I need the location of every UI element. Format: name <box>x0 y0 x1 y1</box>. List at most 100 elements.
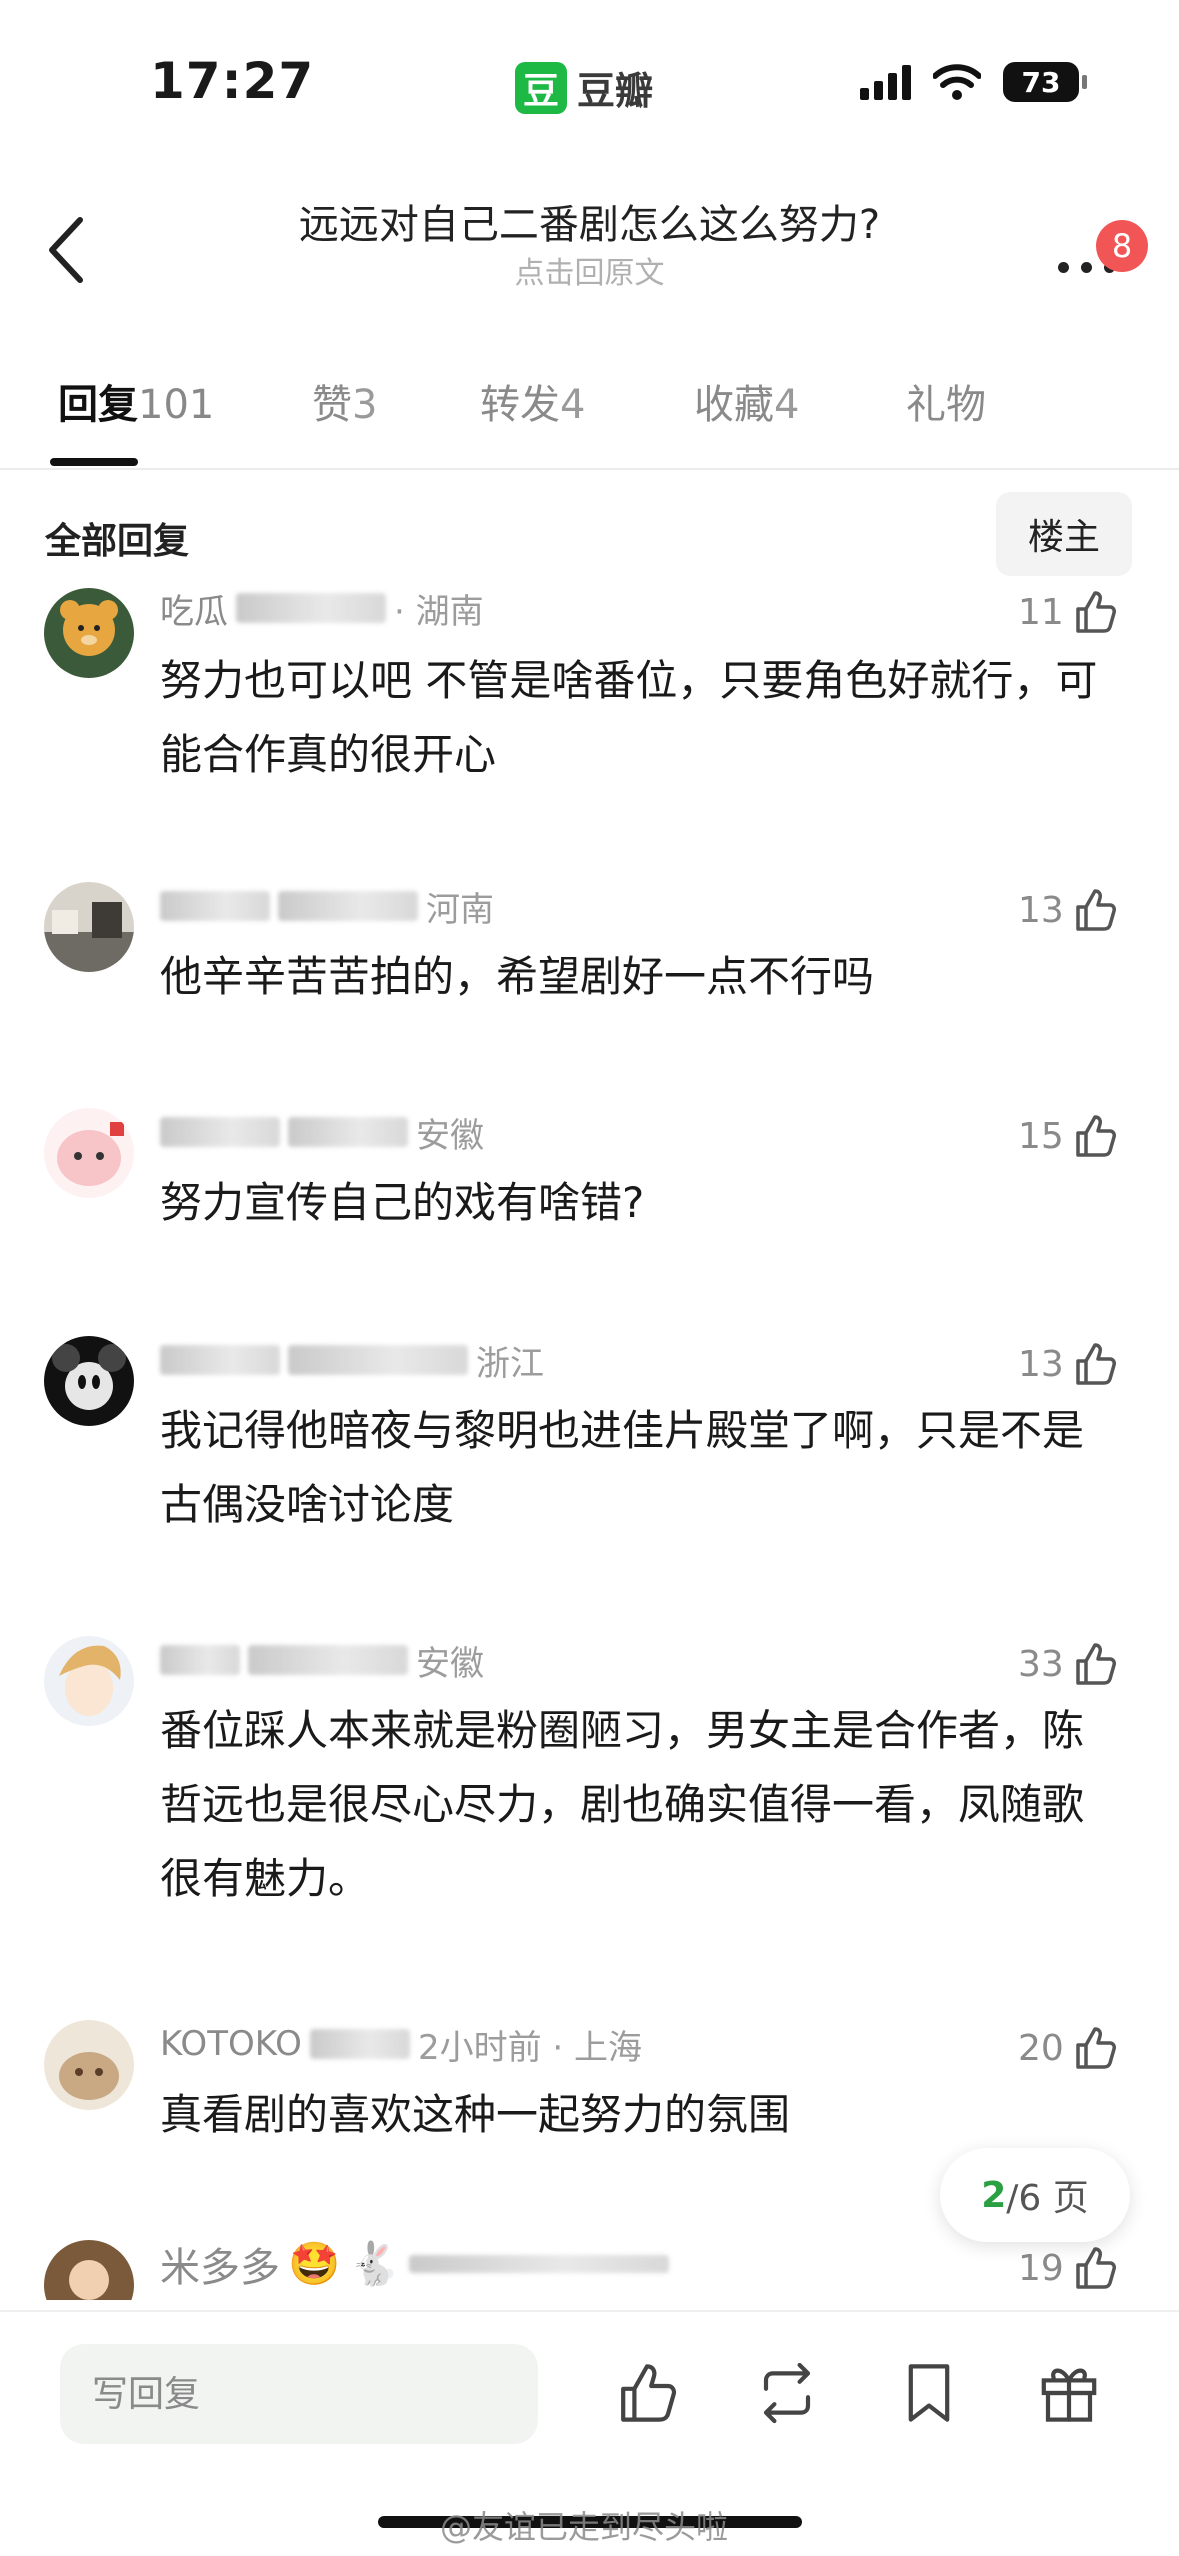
tab-count: 3 <box>352 382 378 428</box>
bottom-action-bar <box>0 2310 1179 2480</box>
comment-location: 浙江 <box>476 1343 544 1384</box>
comment-list: 吃瓜 · 湖南 11 努力也可以吧 不管是啥番位，只要角色好就行，可能合作真的很… <box>0 580 1179 2300</box>
like-button[interactable]: 11 <box>1018 584 1120 640</box>
tab-count: 4 <box>774 382 800 428</box>
avatar[interactable] <box>44 588 134 678</box>
comment-meta: 浙江 <box>160 1336 544 1384</box>
thumbs-up-icon <box>1076 1643 1116 1685</box>
like-button[interactable]: 20 <box>1018 2020 1120 2076</box>
username[interactable]: KOTOKO <box>160 2024 302 2064</box>
thumbs-up-icon <box>1076 1115 1116 1157</box>
star-struck-emoji-icon: 🤩 <box>288 2239 341 2288</box>
comment-meta: 河南 <box>160 882 494 930</box>
back-arrow-icon[interactable] <box>38 210 98 290</box>
like-button[interactable]: 19 <box>1018 2240 1120 2296</box>
reply-input[interactable] <box>60 2344 538 2444</box>
gift-icon[interactable] <box>1034 2358 1104 2428</box>
tab-bar: 回复101 赞3 转发4 收藏4 礼物 <box>0 360 1179 470</box>
avatar[interactable] <box>44 1636 134 1726</box>
page-title[interactable]: 远远对自己二番剧怎么这么努力? <box>200 192 979 250</box>
like-button[interactable]: 15 <box>1018 1108 1120 1164</box>
like-count: 20 <box>1018 2027 1064 2069</box>
app-name: 豆瓣 <box>577 69 654 113</box>
comment-text: 他辛辛苦苦拍的，希望剧好一点不行吗 <box>160 952 875 1001</box>
like-count: 11 <box>1018 591 1064 633</box>
filter-row: 全部回复 楼主 <box>0 480 1179 580</box>
like-count: 13 <box>1018 1343 1064 1385</box>
thumbs-up-icon <box>1076 2027 1116 2069</box>
tab-label: 收藏 <box>694 382 774 428</box>
username[interactable]: 米多多 <box>160 2235 280 2293</box>
redacted-info <box>160 1345 280 1375</box>
comment-meta: 米多多 🤩 🐇 <box>160 2239 669 2291</box>
like-button[interactable]: 13 <box>1018 1336 1120 1392</box>
status-time: 17:27 <box>150 52 315 110</box>
redacted-info <box>278 891 418 921</box>
wifi-icon <box>933 64 981 100</box>
tab-label: 礼物 <box>906 382 986 428</box>
comment-time-location: 2小时前 · 上海 <box>417 2027 642 2068</box>
comment-item[interactable]: 安徽 33 番位踩人本来就是粉圈陋习，男女主是合作者，陈哲远也是很尽心尽力，剧也… <box>0 1636 1179 1916</box>
app-badge: 豆 豆瓣 <box>515 60 653 115</box>
comment-text: 番位踩人本来就是粉圈陋习，男女主是合作者，陈哲远也是很尽心尽力，剧也确实值得一看… <box>160 1706 1085 1903</box>
redacted-info <box>248 1645 408 1675</box>
comment-text: 努力也可以吧 不管是啥番位，只要角色好就行，可能合作真的很开心 <box>160 656 1098 779</box>
comment-item[interactable]: 浙江 13 我记得他暗夜与黎明也进佳片殿堂了啊，只是不是古偶没啥讨论度 <box>0 1336 1179 1536</box>
tab-replies[interactable]: 回复101 <box>58 372 214 430</box>
like-button[interactable]: 13 <box>1018 882 1120 938</box>
comment-meta: 安徽 <box>160 1108 484 1156</box>
comment-item[interactable]: 吃瓜 · 湖南 11 努力也可以吧 不管是啥番位，只要角色好就行，可能合作真的很… <box>0 588 1179 788</box>
comment-location: 安徽 <box>416 1643 484 1684</box>
comment-location: · 湖南 <box>394 591 484 632</box>
author-only-button[interactable]: 楼主 <box>996 492 1132 576</box>
avatar[interactable] <box>44 1336 134 1426</box>
like-count: 15 <box>1018 1115 1064 1157</box>
watermark: @友谊已走到尽头啦 <box>440 2508 729 2546</box>
tab-label: 回复 <box>58 382 138 428</box>
more-button[interactable]: 8 <box>1050 220 1148 280</box>
like-count: 19 <box>1018 2247 1064 2289</box>
redacted-info <box>288 1345 468 1375</box>
comment-item[interactable]: 河南 13 他辛辛苦苦拍的，希望剧好一点不行吗 <box>0 882 1179 1022</box>
comment-item[interactable]: KOTOKO 2小时前 · 上海 20 真看剧的喜欢这种一起努力的氛围 <box>0 2020 1179 2160</box>
current-page: 2 <box>981 2174 1007 2216</box>
tab-reposts[interactable]: 转发4 <box>480 372 585 430</box>
rabbit-emoji-icon: 🐇 <box>348 2239 401 2288</box>
username[interactable]: 吃瓜 <box>160 584 228 633</box>
all-replies-label: 全部回复 <box>45 521 190 562</box>
redacted-info <box>309 2029 410 2059</box>
tab-label: 赞 <box>312 382 352 428</box>
redacted-info <box>160 891 270 921</box>
comment-location: 河南 <box>426 889 494 930</box>
avatar[interactable] <box>44 882 134 972</box>
total-pages: /6 页 <box>1006 2178 1089 2219</box>
tab-gifts[interactable]: 礼物 <box>906 372 986 430</box>
avatar[interactable] <box>44 2020 134 2110</box>
douban-logo-icon: 豆 <box>515 61 567 114</box>
comment-location: 安徽 <box>416 1115 484 1156</box>
avatar[interactable] <box>44 1108 134 1198</box>
status-icons: 73 <box>860 62 1087 102</box>
bookmark-icon[interactable] <box>894 2358 964 2428</box>
back-to-original-link[interactable]: 点击回原文 <box>200 248 979 292</box>
like-count: 13 <box>1018 889 1064 931</box>
redacted-info <box>160 1117 280 1147</box>
comment-item[interactable]: 安徽 15 努力宣传自己的戏有啥错? <box>0 1108 1179 1248</box>
redacted-info <box>408 2255 669 2273</box>
comment-text: 努力宣传自己的戏有啥错? <box>160 1178 645 1227</box>
comment-text: 真看剧的喜欢这种一起努力的氛围 <box>160 2090 791 2139</box>
redacted-info <box>236 593 386 623</box>
avatar[interactable] <box>44 2240 134 2300</box>
comment-meta: 安徽 <box>160 1636 484 1684</box>
like-button[interactable]: 33 <box>1018 1636 1120 1692</box>
page-indicator[interactable]: 2 /6 页 <box>940 2148 1130 2242</box>
signal-icon <box>860 64 911 100</box>
battery-icon: 73 <box>1003 62 1087 102</box>
comment-text: 我记得他暗夜与黎明也进佳片殿堂了啊，只是不是古偶没啥讨论度 <box>160 1406 1085 1529</box>
tab-likes[interactable]: 赞3 <box>312 372 377 430</box>
tab-favorites[interactable]: 收藏4 <box>694 372 799 430</box>
thumbs-up-icon[interactable] <box>612 2358 682 2428</box>
active-tab-indicator <box>50 458 138 466</box>
repost-icon[interactable] <box>752 2358 822 2428</box>
comment-item[interactable]: 米多多 🤩 🐇 19 <box>0 2239 1179 2300</box>
